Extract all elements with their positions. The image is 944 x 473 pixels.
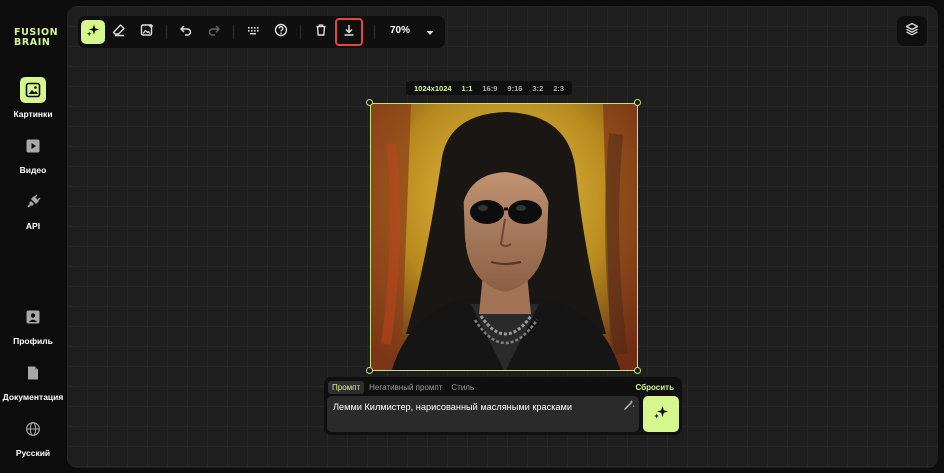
tab-negative-prompt[interactable]: Негативный промпт: [365, 381, 446, 394]
sidebar-item-images[interactable]: Картинки: [0, 77, 66, 119]
sidebar-item-language[interactable]: Русский: [0, 416, 66, 458]
undo-button[interactable]: [174, 20, 198, 44]
image-upload-icon: [140, 23, 154, 42]
resize-handle-bottom-left[interactable]: [366, 367, 373, 374]
resize-handle-bottom-right[interactable]: [634, 367, 641, 374]
aspect-ratio-bar: 1024x1024 1:1 16:9 9:16 3:2 2:3: [406, 81, 573, 95]
chevron-down-icon: [426, 23, 434, 41]
magic-wand-icon: [623, 398, 635, 416]
help-icon: [274, 23, 288, 42]
sparkle-generate-icon: [86, 23, 100, 42]
redo-button[interactable]: [202, 20, 226, 44]
sidebar-item-label: API: [25, 221, 41, 231]
shortcuts-button[interactable]: [241, 20, 265, 44]
ratio-option-2-3[interactable]: 2:3: [548, 84, 569, 93]
download-button[interactable]: [335, 18, 363, 46]
image-icon: [20, 77, 46, 103]
resize-handle-top-left[interactable]: [366, 99, 373, 106]
image-upload-button[interactable]: [135, 20, 159, 44]
generate-button[interactable]: [643, 396, 679, 432]
eraser-tool-button[interactable]: [107, 20, 131, 44]
layers-button[interactable]: [897, 16, 927, 46]
generate-tool-button[interactable]: [81, 20, 105, 44]
reset-button[interactable]: Сбросить: [636, 383, 674, 392]
fusion-brain-logo[interactable]: FUSION BRAIN: [14, 28, 58, 48]
top-toolbar: 70%: [78, 16, 445, 48]
sparkle-icon: [653, 404, 669, 425]
layers-icon: [905, 22, 919, 41]
prompt-field-container: [327, 396, 639, 432]
prompt-input[interactable]: [333, 402, 613, 412]
zoom-dropdown-button[interactable]: [423, 25, 437, 39]
magic-wand-button[interactable]: [623, 398, 635, 416]
resize-handle-top-right[interactable]: [634, 99, 641, 106]
zoom-level[interactable]: 70%: [390, 25, 410, 36]
ratio-option-3-2[interactable]: 3:2: [527, 84, 548, 93]
generated-image-frame[interactable]: [370, 103, 638, 371]
prompt-tabs: Промпт Негативный промпт Стиль: [328, 381, 479, 394]
globe-icon: [20, 416, 46, 442]
keyboard-shortcuts-icon: [246, 23, 260, 42]
document-icon: [20, 360, 46, 386]
plug-icon: [20, 189, 46, 215]
sidebar-item-label: Русский: [15, 448, 51, 458]
sidebar: FUSION BRAIN Картинки Видео API Профиль …: [0, 0, 66, 473]
sidebar-item-label: Картинки: [13, 109, 53, 119]
sidebar-item-label: Видео: [19, 165, 47, 175]
sidebar-item-api[interactable]: API: [0, 189, 66, 231]
eraser-icon: [112, 23, 126, 42]
video-play-icon: [20, 133, 46, 159]
sidebar-item-label: Профиль: [13, 336, 53, 346]
tab-prompt[interactable]: Промпт: [328, 381, 365, 394]
sidebar-item-docs[interactable]: Документация: [0, 360, 66, 402]
delete-button[interactable]: [309, 20, 333, 44]
editor-canvas[interactable]: 70% 1024x1024 1:1 16:9 9:16 3:2 2:3 Пром…: [67, 6, 938, 468]
ratio-option-1-1[interactable]: 1:1: [457, 84, 478, 93]
trash-icon: [314, 23, 328, 42]
undo-icon: [179, 23, 193, 42]
prompt-panel: Промпт Негативный промпт Стиль Сбросить: [324, 377, 682, 435]
ratio-option-9-16[interactable]: 9:16: [502, 84, 527, 93]
sidebar-item-profile[interactable]: Профиль: [0, 304, 66, 346]
logo-line-2: BRAIN: [14, 37, 51, 48]
ratio-option-16-9[interactable]: 16:9: [477, 84, 502, 93]
sidebar-item-video[interactable]: Видео: [0, 133, 66, 175]
generated-portrait-image: [371, 104, 637, 370]
download-icon: [342, 23, 356, 42]
redo-icon: [207, 23, 221, 42]
image-size-label: 1024x1024: [414, 83, 452, 93]
profile-icon: [20, 304, 46, 330]
sidebar-item-label: Документация: [2, 392, 64, 402]
help-button[interactable]: [269, 20, 293, 44]
tab-style[interactable]: Стиль: [447, 381, 478, 394]
